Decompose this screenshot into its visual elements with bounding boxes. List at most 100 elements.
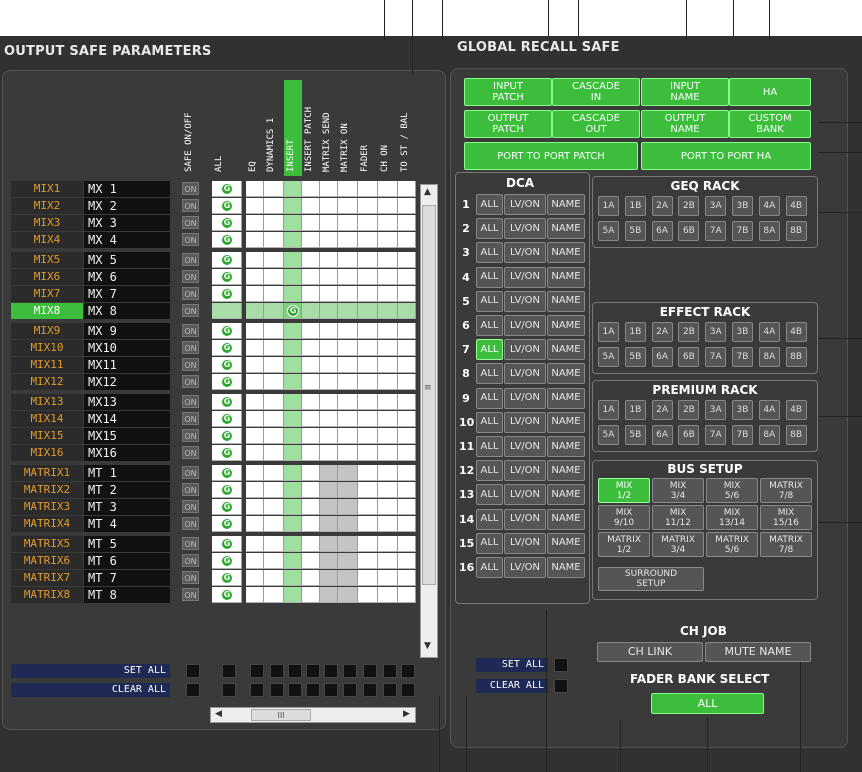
channel-name[interactable]: MATRIX4 — [11, 516, 83, 532]
ha-button[interactable]: HA — [729, 78, 811, 106]
safe-cell[interactable] — [302, 252, 320, 268]
premium-rack-button[interactable]: 1A — [598, 400, 619, 420]
dca-lvon-button[interactable]: LV/ON — [504, 266, 546, 288]
dca-lvon-button[interactable]: LV/ON — [504, 532, 546, 554]
safe-cell[interactable] — [378, 411, 398, 427]
safe-cell[interactable] — [302, 286, 320, 302]
effect-rack-button[interactable]: 6B — [678, 347, 700, 367]
dca-lvon-button[interactable]: LV/ON — [504, 508, 546, 530]
safe-cell[interactable] — [264, 411, 284, 427]
g-indicator[interactable]: G — [221, 200, 233, 212]
dca-name-button[interactable]: NAME — [547, 242, 585, 264]
set-all-button[interactable] — [363, 664, 377, 678]
safe-cell[interactable] — [358, 340, 378, 356]
effect-rack-button[interactable]: 3B — [732, 322, 753, 342]
safe-cell[interactable] — [358, 374, 378, 390]
geq-rack-button[interactable]: 3A — [705, 196, 727, 216]
effect-rack-button[interactable]: 8B — [785, 347, 807, 367]
safe-cell[interactable] — [246, 198, 264, 214]
safe-cell[interactable] — [264, 181, 284, 197]
safe-cell[interactable] — [246, 269, 264, 285]
safe-cell[interactable] — [398, 536, 416, 552]
clear-all-button[interactable] — [383, 683, 397, 697]
safe-cell[interactable] — [378, 303, 398, 319]
set-all-button[interactable] — [383, 664, 397, 678]
g-indicator[interactable]: G — [287, 305, 299, 317]
scroll-up-icon[interactable]: ▲ — [424, 187, 431, 197]
safe-cell[interactable] — [398, 252, 416, 268]
channel-name[interactable]: MIX4 — [11, 232, 83, 248]
safe-cell[interactable] — [398, 499, 416, 515]
premium-rack-button[interactable]: 5B — [624, 425, 646, 445]
safe-cell[interactable] — [338, 536, 358, 552]
safe-cell[interactable] — [320, 394, 338, 410]
dca-lvon-button[interactable]: LV/ON — [504, 436, 546, 457]
safe-cell[interactable] — [338, 232, 358, 248]
safe-on-button[interactable]: ON — [182, 412, 199, 425]
dca-name-button[interactable]: NAME — [547, 411, 585, 433]
safe-cell[interactable] — [302, 411, 320, 427]
geq-rack-button[interactable]: 1A — [598, 196, 619, 216]
dca-name-button[interactable]: NAME — [547, 387, 585, 409]
g-indicator[interactable]: G — [221, 396, 233, 408]
channel-name[interactable]: MIX5 — [11, 252, 83, 268]
safe-cell[interactable] — [302, 198, 320, 214]
dca-lvon-button[interactable]: LV/ON — [504, 460, 546, 482]
clear-all-button[interactable] — [250, 683, 264, 697]
safe-cell[interactable] — [302, 516, 320, 532]
safe-cell[interactable] — [338, 340, 358, 356]
safe-cell[interactable] — [338, 323, 358, 339]
safe-cell[interactable] — [246, 374, 264, 390]
safe-cell[interactable] — [378, 252, 398, 268]
bus-setup-button[interactable]: MIX 1/2 — [598, 478, 650, 503]
safe-cell[interactable] — [398, 570, 416, 586]
dca-name-button[interactable]: NAME — [547, 218, 585, 240]
safe-on-button[interactable]: ON — [182, 483, 199, 496]
safe-cell[interactable] — [246, 323, 264, 339]
cascade-out-button[interactable]: CASCADE OUT — [552, 110, 640, 138]
dca-lvon-button[interactable]: LV/ON — [504, 218, 546, 240]
bus-setup-button[interactable]: MIX 11/12 — [652, 505, 704, 530]
safe-cell[interactable] — [338, 499, 358, 515]
channel-name[interactable]: MIX6 — [11, 269, 83, 285]
premium-rack-button[interactable]: 7A — [705, 425, 727, 445]
safe-cell[interactable] — [246, 340, 264, 356]
premium-rack-button[interactable]: 5A — [598, 425, 619, 445]
g-indicator[interactable]: G — [221, 359, 233, 371]
safe-cell[interactable] — [378, 570, 398, 586]
safe-cell[interactable] — [358, 587, 378, 603]
premium-rack-button[interactable]: 6A — [651, 425, 673, 445]
safe-cell[interactable] — [284, 286, 302, 302]
safe-cell[interactable] — [398, 303, 416, 319]
safe-cell[interactable] — [320, 215, 338, 231]
safe-cell[interactable] — [338, 445, 358, 461]
safe-cell[interactable] — [398, 428, 416, 444]
dca-name-button[interactable]: NAME — [547, 557, 585, 578]
safe-cell[interactable] — [338, 286, 358, 302]
channel-name[interactable]: MATRIX6 — [11, 553, 83, 569]
safe-cell[interactable] — [358, 516, 378, 532]
dca-all-button[interactable]: ALL — [476, 266, 503, 288]
dca-name-button[interactable]: NAME — [547, 363, 585, 385]
safe-cell[interactable] — [320, 411, 338, 427]
safe-cell[interactable] — [358, 252, 378, 268]
safe-cell[interactable] — [398, 445, 416, 461]
safe-cell[interactable] — [284, 411, 302, 427]
safe-cell[interactable] — [358, 553, 378, 569]
safe-cell[interactable] — [320, 445, 338, 461]
g-indicator[interactable]: G — [221, 555, 233, 567]
safe-cell[interactable] — [302, 536, 320, 552]
safe-cell[interactable] — [358, 394, 378, 410]
safe-cell[interactable] — [338, 394, 358, 410]
safe-cell[interactable] — [302, 232, 320, 248]
safe-cell[interactable] — [338, 374, 358, 390]
safe-cell[interactable] — [338, 465, 358, 481]
safe-cell[interactable] — [320, 252, 338, 268]
safe-cell[interactable] — [264, 252, 284, 268]
channel-name[interactable]: MIX1 — [11, 181, 83, 197]
safe-cell[interactable] — [264, 323, 284, 339]
safe-cell[interactable] — [378, 181, 398, 197]
mute-name-button[interactable]: MUTE NAME — [705, 642, 811, 662]
safe-cell[interactable] — [264, 536, 284, 552]
safe-cell[interactable] — [284, 516, 302, 532]
